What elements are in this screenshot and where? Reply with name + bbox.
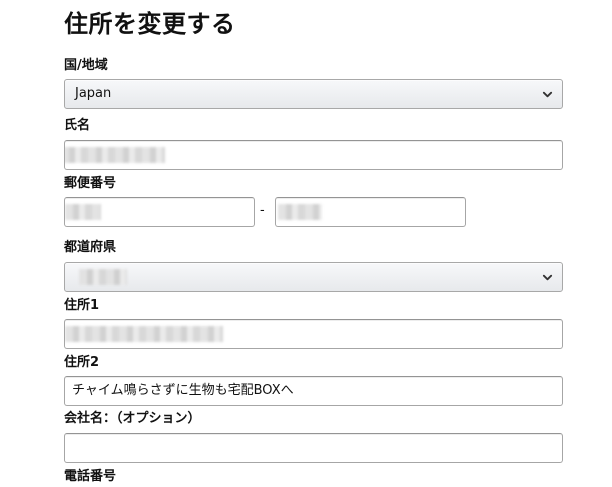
prefecture-select[interactable] [64,262,563,292]
country-select-value: Japan [75,86,112,101]
redacted-address1 [65,326,223,342]
name-input[interactable] [64,140,563,170]
country-label: 国/地域 [64,58,108,73]
redacted-prefecture [79,269,127,285]
address2-input[interactable]: チャイム鳴らさずに生物も宅配BOXへ [64,376,563,406]
address2-input-value: チャイム鳴らさずに生物も宅配BOXへ [72,383,294,398]
postal-code-separator: - [260,203,265,218]
postal-code-part1-input[interactable] [64,197,255,227]
country-select[interactable]: Japan [64,79,563,109]
postal-code-label: 郵便番号 [64,176,117,191]
company-label: 会社名：（オプション） [64,411,201,426]
page-title: 住所を変更する [64,10,236,38]
address1-label: 住所1 [64,298,100,313]
change-address-page: 住所を変更する 国/地域 Japan 氏名 郵便番号 - 都道府県 住所1 住所… [0,0,612,487]
redacted-postal-part1 [65,204,101,220]
chevron-down-icon [542,91,553,98]
chevron-down-icon [542,274,553,281]
address1-input[interactable] [64,319,563,349]
company-input[interactable] [64,433,563,463]
address2-label: 住所2 [64,355,100,370]
redacted-postal-part2 [278,204,322,220]
prefecture-label: 都道府県 [64,240,117,255]
name-label: 氏名 [64,118,91,133]
postal-code-part2-input[interactable] [275,197,466,227]
redacted-name [65,147,165,163]
phone-label: 電話番号 [64,469,117,484]
